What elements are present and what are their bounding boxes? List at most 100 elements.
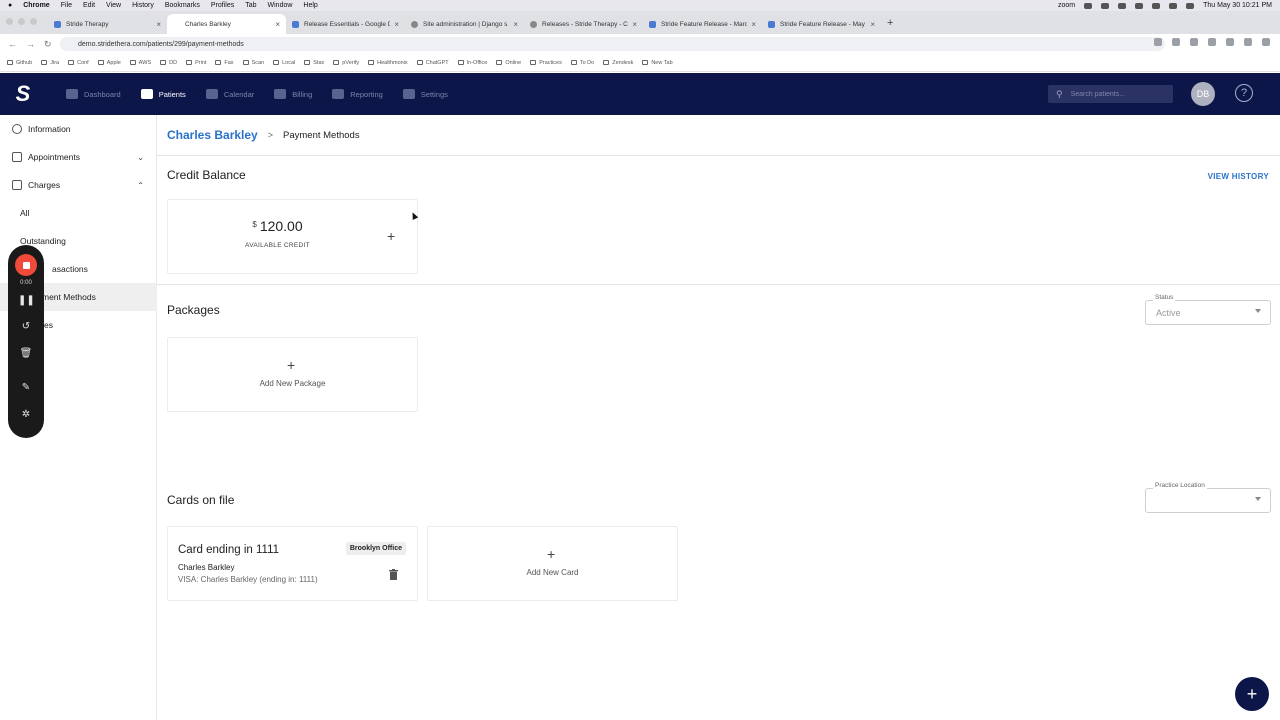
nav-dashboard[interactable]: Dashboard (66, 89, 121, 99)
browser-tab[interactable]: Stride Feature Release - Marc × (643, 14, 762, 34)
close-tab-icon[interactable]: × (394, 20, 399, 29)
menu-bookmarks[interactable]: Bookmarks (165, 2, 200, 9)
more-menu-icon[interactable] (1262, 38, 1270, 46)
stop-recording-button[interactable] (15, 254, 37, 276)
maximize-window-icon[interactable] (30, 18, 37, 25)
menu-profiles[interactable]: Profiles (211, 2, 234, 9)
zoom-icon[interactable] (1154, 38, 1162, 46)
nav-billing[interactable]: Billing (274, 89, 312, 99)
browser-tab[interactable]: Stride Feature Release - May × (762, 14, 881, 34)
close-tab-icon[interactable]: × (275, 20, 280, 29)
stride-logo-icon[interactable]: S (0, 73, 46, 115)
nav-reporting[interactable]: Reporting (332, 89, 383, 99)
browser-tab[interactable]: Releases - Stride Therapy - C × (524, 14, 643, 34)
menu-history[interactable]: History (132, 2, 154, 9)
bookmark-item[interactable]: To Do (570, 60, 594, 66)
extension-icon[interactable] (1208, 38, 1216, 46)
close-tab-icon[interactable]: × (156, 20, 161, 29)
bookmark-item[interactable]: Github (7, 60, 32, 66)
bookmark-item[interactable]: Online (496, 60, 521, 66)
tab-favicon-icon (411, 20, 418, 28)
menu-help[interactable]: Help (303, 2, 317, 9)
restart-icon[interactable]: ↺ (18, 320, 34, 334)
bookmark-item[interactable]: Zendesk (603, 60, 633, 66)
bookmark-item[interactable]: Healthmonix (368, 60, 408, 66)
status-icon[interactable] (1084, 2, 1093, 9)
add-credit-button[interactable]: + (387, 228, 395, 244)
menu-app-name[interactable]: Chrome (23, 2, 49, 9)
menu-view[interactable]: View (106, 2, 121, 9)
nav-calendar[interactable]: Calendar (205, 89, 254, 99)
status-select[interactable]: Status Active (1145, 294, 1271, 325)
menu-edit[interactable]: Edit (83, 2, 95, 9)
trash-icon[interactable]: 🗑 (18, 347, 34, 361)
back-icon[interactable]: ← (8, 39, 20, 49)
bookmark-item[interactable]: Stax (304, 60, 324, 66)
bookmark-item[interactable]: Practices (530, 60, 562, 66)
menu-file[interactable]: File (61, 2, 72, 9)
close-tab-icon[interactable]: × (632, 20, 637, 29)
battery-icon[interactable] (1152, 2, 1161, 9)
user-avatar[interactable]: DB (1191, 82, 1215, 106)
bookmark-item[interactable]: Conf (68, 60, 89, 66)
bookmark-item[interactable]: Fax (215, 60, 234, 66)
bookmark-item[interactable]: Scan (242, 60, 264, 66)
bookmark-item[interactable]: Print (186, 60, 206, 66)
bookmark-item[interactable]: Local (273, 60, 295, 66)
bookmark-item[interactable]: ChatGPT (416, 60, 449, 66)
pen-icon[interactable]: ✎ (18, 381, 34, 395)
add-card-card[interactable]: + Add New Card (427, 526, 678, 601)
nav-patients[interactable]: Patients (140, 89, 186, 99)
add-package-card[interactable]: + Add New Package (167, 337, 418, 412)
close-window-icon[interactable] (6, 18, 13, 25)
close-tab-icon[interactable]: × (870, 20, 875, 29)
zoom-status-text[interactable]: zoom (1058, 2, 1075, 9)
status-icon[interactable] (1118, 2, 1127, 9)
bookmark-item[interactable]: Jira (41, 60, 59, 66)
breadcrumb-patient-link[interactable]: Charles Barkley (167, 128, 258, 142)
browser-tab[interactable]: Release Essentials - Google D × (286, 14, 405, 34)
bookmark-item[interactable]: pVerify (333, 60, 359, 66)
bookmark-item[interactable]: New Tab (642, 60, 673, 66)
sidebar-item-information[interactable]: Information (0, 115, 157, 143)
url-field[interactable]: demo.stridethera.com/patients/299/paymen… (60, 37, 1165, 51)
menu-window[interactable]: Window (268, 2, 293, 9)
forward-icon[interactable]: → (26, 39, 38, 49)
menu-tab[interactable]: Tab (245, 2, 256, 9)
delete-card-trash-icon[interactable] (389, 569, 398, 580)
extension-icon[interactable] (1190, 38, 1198, 46)
bookmark-item[interactable]: Apple (97, 60, 121, 66)
control-center-icon[interactable] (1186, 2, 1195, 9)
reload-icon[interactable]: ↻ (44, 39, 56, 50)
close-tab-icon[interactable]: × (751, 20, 756, 29)
bookmark-star-icon[interactable] (1172, 38, 1180, 46)
sidebar-item-all[interactable]: All (0, 199, 157, 227)
new-tab-button[interactable]: + (887, 17, 893, 29)
profile-icon[interactable] (1244, 38, 1252, 46)
bookmark-item[interactable]: In-Office (457, 60, 487, 66)
floating-add-button[interactable]: + (1235, 677, 1269, 711)
effects-icon[interactable]: ✲ (18, 408, 34, 422)
clock[interactable]: Thu May 30 10:21 PM (1203, 2, 1272, 9)
search-icon[interactable] (1169, 2, 1178, 9)
pause-icon[interactable]: ❚❚ (18, 294, 35, 308)
bookmark-item[interactable]: AWS (129, 60, 151, 66)
practice-location-select[interactable]: Practice Location (1145, 482, 1271, 513)
browser-tab[interactable]: Site administration | Django s × (405, 14, 524, 34)
browser-tab[interactable]: Stride Therapy × (48, 14, 167, 34)
close-tab-icon[interactable]: × (513, 20, 518, 29)
apple-menu-icon[interactable]: ● (8, 2, 12, 9)
patient-search[interactable]: ⚲ (1048, 85, 1173, 103)
wifi-icon[interactable] (1135, 2, 1144, 9)
sidebar-item-charges[interactable]: Charges ⌃ (0, 171, 157, 199)
extensions-puzzle-icon[interactable] (1226, 38, 1234, 46)
minimize-window-icon[interactable] (18, 18, 25, 25)
bookmark-item[interactable]: DD (160, 60, 177, 66)
view-history-button[interactable]: VIEW HISTORY (1208, 172, 1269, 181)
sidebar-item-appointments[interactable]: Appointments ⌄ (0, 143, 157, 171)
help-icon[interactable]: ? (1235, 84, 1253, 102)
status-icon[interactable] (1101, 2, 1110, 9)
nav-settings[interactable]: Settings (402, 89, 448, 99)
browser-tab-active[interactable]: Charles Barkley × (167, 14, 286, 34)
patient-search-input[interactable] (1070, 90, 1161, 98)
